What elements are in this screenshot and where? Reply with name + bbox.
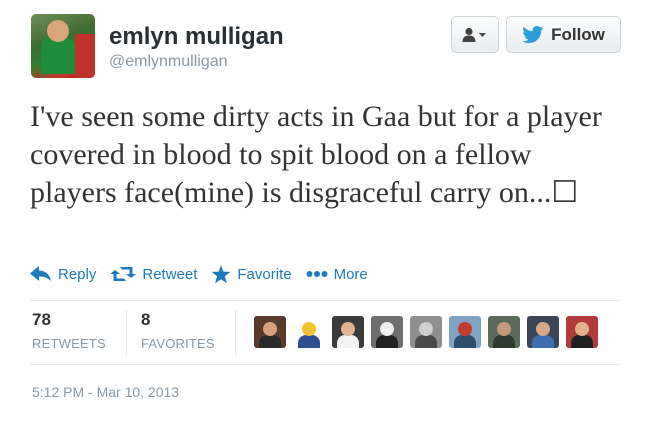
avatar-head: [380, 322, 394, 336]
retweet-action[interactable]: Retweet: [110, 266, 197, 283]
divider: [30, 300, 620, 301]
user-avatar-6[interactable]: [449, 316, 481, 348]
stat-separator: [126, 310, 127, 356]
reply-icon: [30, 266, 51, 281]
user-avatar-1[interactable]: [254, 316, 286, 348]
favorites-stat[interactable]: 8 FAVORITES: [141, 310, 215, 351]
follow-label: Follow: [551, 24, 605, 44]
retweets-label: RETWEETS: [32, 336, 106, 351]
tweet-text: I've seen some dirty acts in Gaa but for…: [30, 100, 602, 209]
avatar-shoulders: [454, 335, 476, 348]
user-avatar-4[interactable]: [371, 316, 403, 348]
avatar-head: [458, 322, 472, 336]
star-icon: [211, 264, 231, 283]
reply-action[interactable]: Reply: [30, 266, 96, 283]
favorites-count: 8: [141, 310, 151, 329]
more-action[interactable]: More: [306, 266, 368, 283]
favorite-label: Favorite: [237, 265, 292, 283]
avatar-head: [575, 322, 589, 336]
avatar-shoulders: [493, 335, 515, 348]
divider: [30, 364, 620, 365]
user-icon: [462, 27, 486, 42]
avatar-head: [302, 322, 316, 336]
avatar-head: [47, 20, 69, 42]
user-avatar-7[interactable]: [488, 316, 520, 348]
display-name[interactable]: emlyn mulligan: [109, 23, 284, 51]
avatar-background: [75, 34, 95, 78]
profile-avatar[interactable]: [31, 14, 95, 78]
user-avatar-9[interactable]: [566, 316, 598, 348]
user-avatar-8[interactable]: [527, 316, 559, 348]
avatar-shoulders: [415, 335, 437, 348]
tweet-actions: Reply Retweet Favorite More: [30, 263, 382, 285]
avatar-shoulders: [259, 335, 281, 348]
retweet-label: Retweet: [142, 265, 198, 283]
retweet-icon: [110, 267, 137, 281]
avatar-head: [419, 322, 433, 336]
user-actions-button[interactable]: [451, 16, 499, 53]
favorite-action[interactable]: Favorite: [211, 264, 292, 284]
avatar-head: [497, 322, 511, 336]
twitter-bird-icon: [522, 25, 544, 43]
avatar-shoulders: [532, 335, 554, 348]
more-dots-icon: [306, 271, 328, 277]
avatar-head: [341, 322, 355, 336]
user-handle[interactable]: @emlynmulligan: [109, 53, 228, 71]
user-avatar-5[interactable]: [410, 316, 442, 348]
follow-button[interactable]: Follow: [506, 16, 621, 53]
avatar-shoulders: [337, 335, 359, 348]
favoriter-avatars: [254, 316, 605, 348]
caret-down-icon: [479, 32, 486, 37]
more-label: More: [333, 265, 368, 283]
stat-separator: [235, 310, 236, 356]
avatar-shoulders: [298, 335, 320, 348]
favorites-label: FAVORITES: [141, 336, 215, 351]
crest-avatar[interactable]: [293, 316, 325, 348]
avatar-head: [536, 322, 550, 336]
reply-label: Reply: [58, 265, 97, 283]
avatar-shoulders: [376, 335, 398, 348]
user-avatar-3[interactable]: [332, 316, 364, 348]
avatar-jersey: [41, 38, 75, 74]
tweet-timestamp[interactable]: 5:12 PM - Mar 10, 2013: [32, 384, 179, 400]
avatar-head: [263, 322, 277, 336]
retweets-count: 78: [32, 310, 51, 329]
retweets-stat[interactable]: 78 RETWEETS: [32, 310, 106, 351]
avatar-shoulders: [571, 335, 593, 348]
